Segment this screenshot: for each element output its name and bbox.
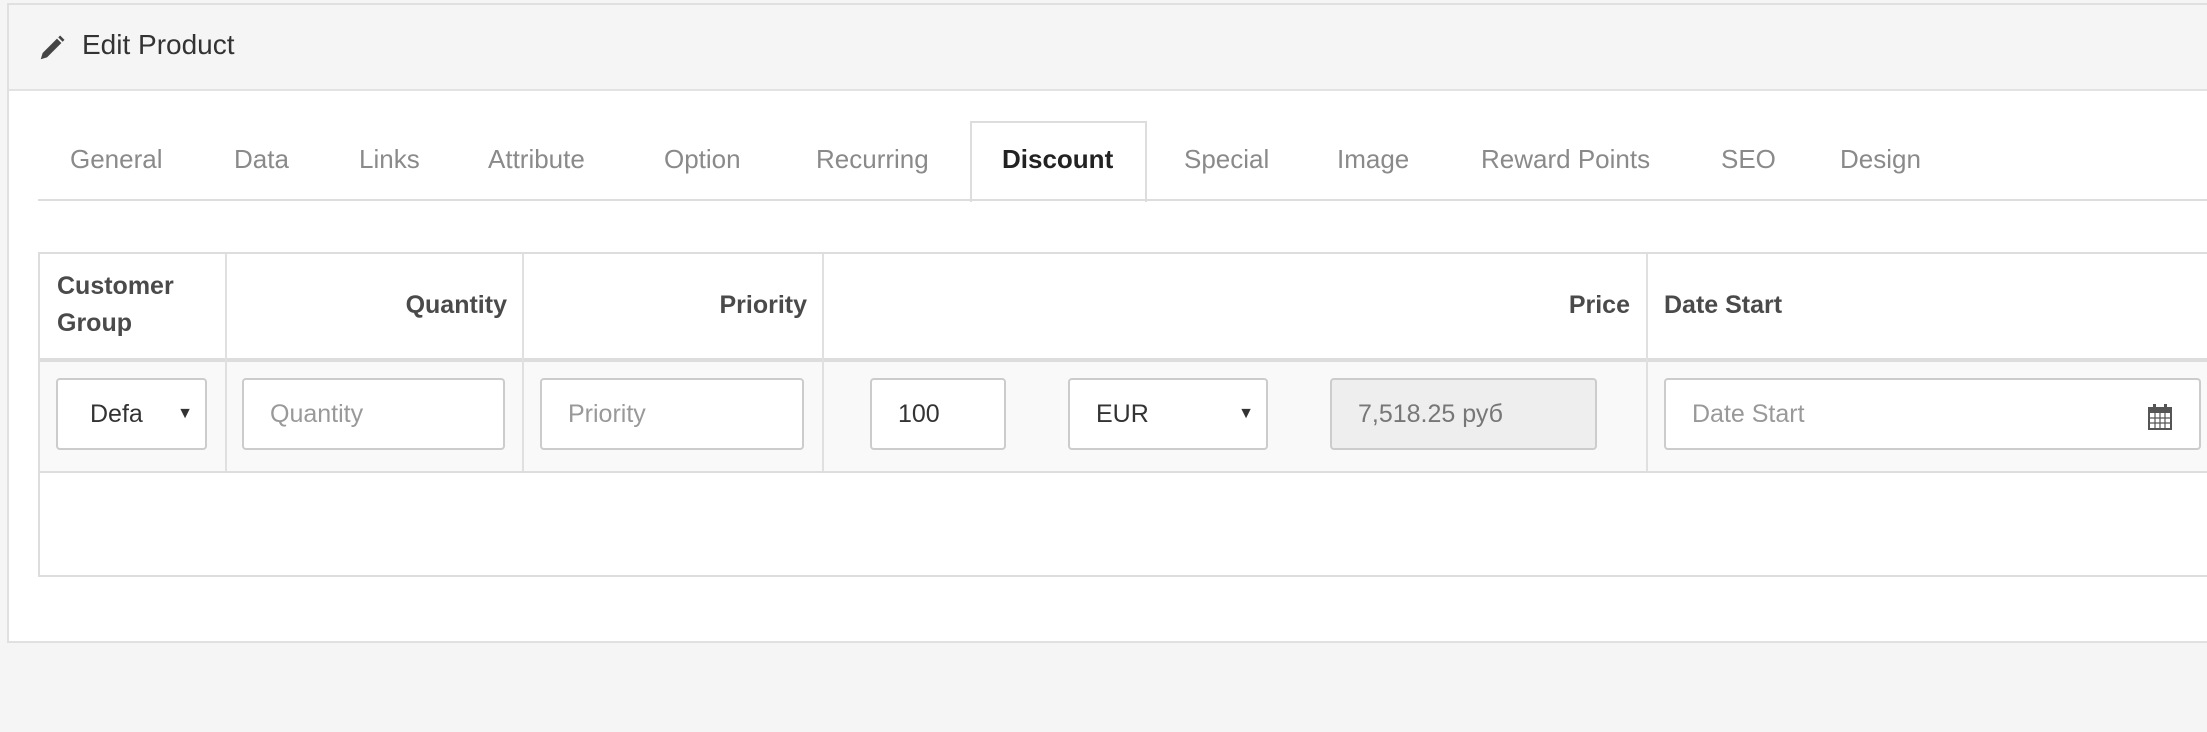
dropdown-arrow-icon: ▼ [1238, 405, 1254, 422]
panel-header: Edit Product [9, 5, 2207, 91]
calendar-icon [2148, 404, 2172, 430]
tab-general[interactable]: General [70, 144, 163, 175]
converted-price-field: 7,518.25 руб [1330, 378, 1597, 450]
customer-group-select[interactable]: Defa ▼ [56, 378, 207, 450]
tab-special[interactable]: Special [1184, 144, 1269, 175]
panel-title: Edit Product [82, 29, 235, 60]
tab-reward-points[interactable]: Reward Points [1481, 144, 1650, 175]
tab-links[interactable]: Links [359, 144, 420, 175]
calendar-button[interactable] [2121, 378, 2201, 450]
tab-data[interactable]: Data [234, 144, 289, 175]
tab-seo[interactable]: SEO [1721, 144, 1776, 175]
tab-divider [38, 199, 2207, 201]
date-start-input[interactable]: Date Start [1664, 378, 2123, 450]
currency-select[interactable]: EUR ▼ [1068, 378, 1268, 450]
tab-attribute[interactable]: Attribute [488, 144, 585, 175]
pencil-icon [40, 35, 65, 60]
tab-recurring[interactable]: Recurring [816, 144, 929, 175]
header-priority: Priority [719, 291, 807, 319]
priority-input[interactable]: Priority [540, 378, 804, 450]
tab-option[interactable]: Option [664, 144, 741, 175]
header-customer-group: Customer Group [57, 272, 174, 337]
header-quantity: Quantity [405, 291, 507, 319]
tab-image[interactable]: Image [1337, 144, 1409, 175]
price-input[interactable]: 100 [870, 378, 1006, 450]
tab-design[interactable]: Design [1840, 144, 1921, 175]
tab-discount[interactable]: Discount [1002, 144, 1113, 175]
header-date-start: Date Start [1664, 291, 1783, 319]
quantity-input[interactable]: Quantity [242, 378, 505, 450]
header-price: Price [1568, 291, 1630, 319]
dropdown-arrow-icon: ▼ [177, 405, 193, 422]
